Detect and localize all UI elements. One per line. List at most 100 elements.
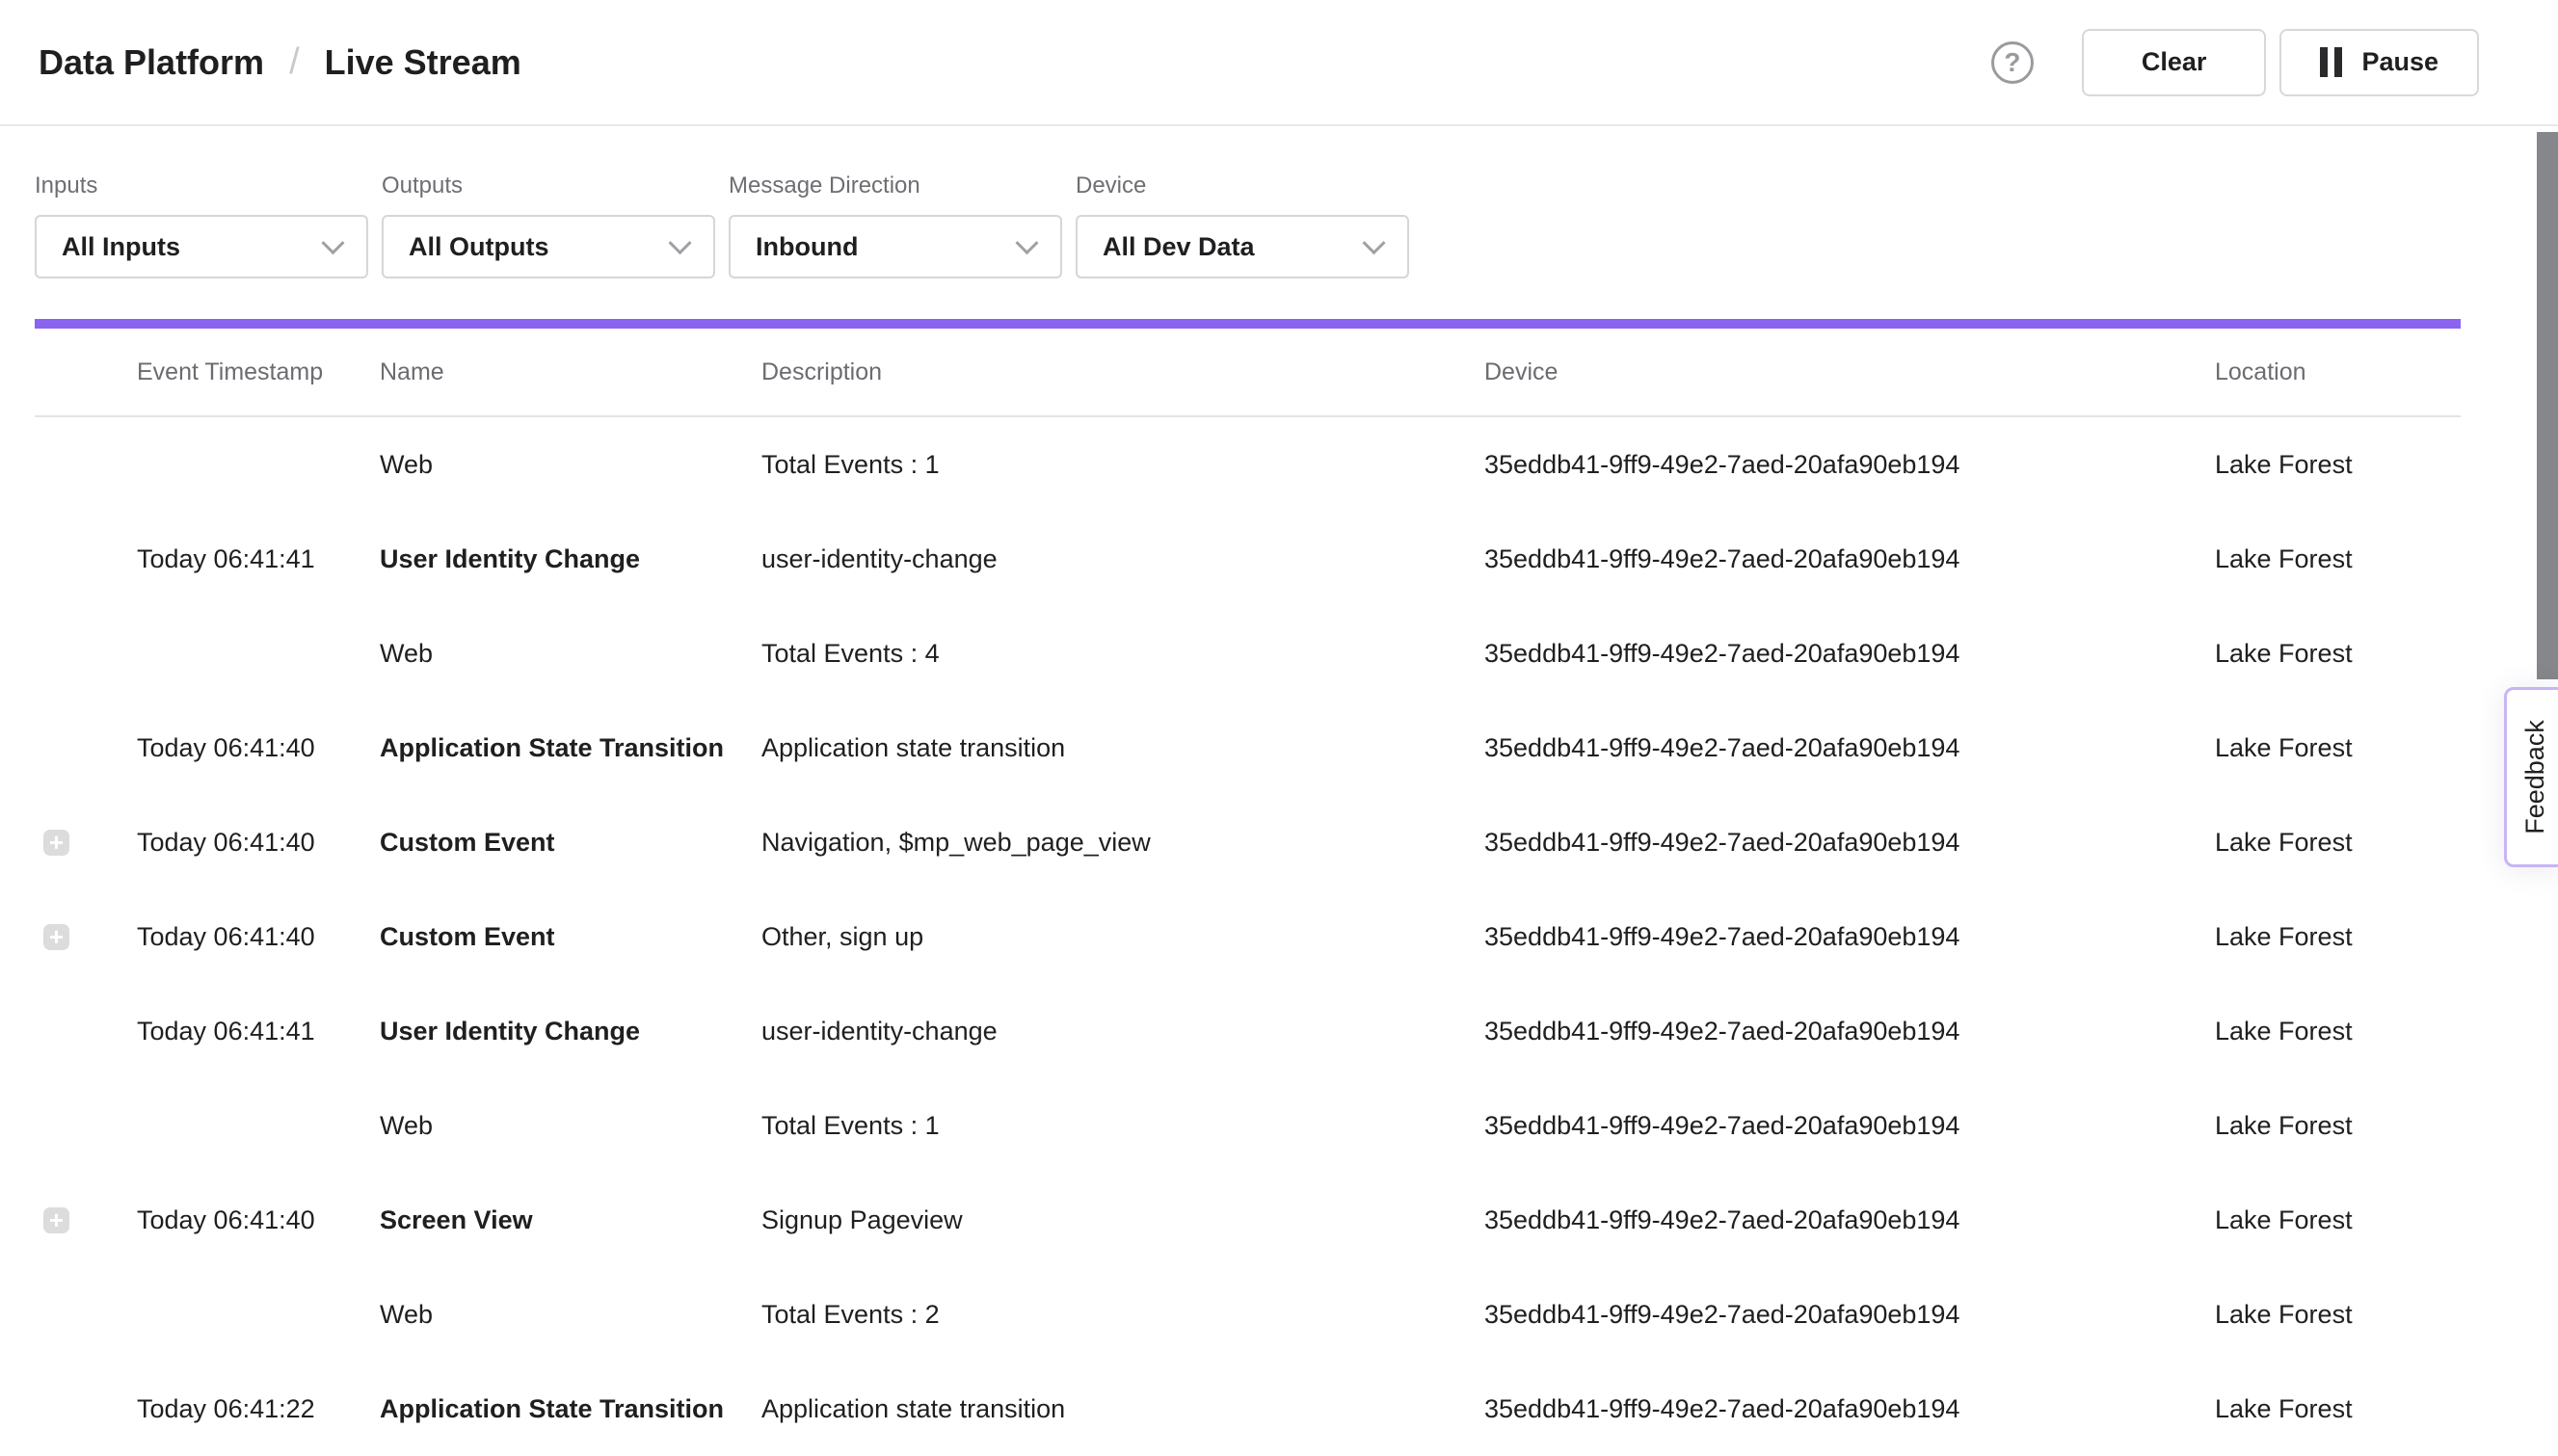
event-name-cell: Web [380,450,761,480]
event-device-cell: 35eddb41-9ff9-49e2-7aed-20afa90eb194 [1484,922,2215,952]
table-row: + Web Total Events : 4 35eddb41-9ff9-49e… [35,606,2461,701]
table-row: + Web Total Events : 1 35eddb41-9ff9-49e… [35,1078,2461,1173]
breadcrumb: Data Platform / Live Stream [39,41,521,83]
column-header-description: Description [761,358,1484,386]
event-name-cell: Web [380,1300,761,1330]
expand-cell: + [35,924,137,950]
message-direction-select[interactable]: Inbound [729,215,1062,278]
event-name-cell: Application State Transition [380,733,761,763]
event-description-cell: Other, sign up [761,922,1484,952]
outputs-filter-label: Outputs [382,172,715,199]
event-location-cell: Lake Forest [2215,828,2461,858]
pause-button-label: Pause [2361,47,2438,77]
table-row: + Today 06:41:41 User Identity Change us… [35,512,2461,606]
table-row: + Today 06:41:40 Custom Event Navigation… [35,795,2461,889]
event-name-cell: Web [380,639,761,669]
event-name-cell: User Identity Change [380,1017,761,1046]
table-row: + Today 06:41:41 User Identity Change us… [35,984,2461,1078]
expand-row-button[interactable]: + [43,830,69,856]
live-stream-panel: Event Timestamp Name Description Device … [35,319,2461,1456]
filter-group-outputs: Outputs All Outputs [382,172,715,278]
event-location-cell: Lake Forest [2215,922,2461,952]
event-device-cell: 35eddb41-9ff9-49e2-7aed-20afa90eb194 [1484,1017,2215,1046]
event-timestamp-cell: Today 06:41:40 [137,828,380,858]
outputs-select[interactable]: All Outputs [382,215,715,278]
chevron-down-icon [1362,231,1385,254]
event-description-cell: user-identity-change [761,544,1484,574]
event-location-cell: Lake Forest [2215,1111,2461,1141]
event-description-cell: Total Events : 1 [761,450,1484,480]
pause-button[interactable]: Pause [2279,29,2479,96]
expand-cell: + [35,830,137,856]
vertical-scrollbar-thumb[interactable] [2537,132,2558,679]
event-device-cell: 35eddb41-9ff9-49e2-7aed-20afa90eb194 [1484,1205,2215,1235]
header-actions: ? Clear Pause [1991,29,2479,96]
event-device-cell: 35eddb41-9ff9-49e2-7aed-20afa90eb194 [1484,1111,2215,1141]
column-header-event-timestamp: Event Timestamp [137,358,380,386]
filter-group-inputs: Inputs All Inputs [35,172,368,278]
table-row: + Today 06:41:22 Application State Trans… [35,1362,2461,1456]
event-timestamp-cell: Today 06:41:40 [137,1205,380,1235]
chevron-down-icon [668,231,691,254]
event-location-cell: Lake Forest [2215,733,2461,763]
inputs-filter-label: Inputs [35,172,368,199]
column-header-device: Device [1484,358,2215,386]
plus-icon: + [49,830,64,855]
event-description-cell: Total Events : 4 [761,639,1484,669]
event-timestamp-cell: Today 06:41:41 [137,1017,380,1046]
event-location-cell: Lake Forest [2215,1394,2461,1424]
event-name-cell: Application State Transition [380,1394,761,1424]
table-row: + Web Total Events : 1 35eddb41-9ff9-49e… [35,417,2461,512]
feedback-tab[interactable]: Feedback [2504,687,2558,867]
event-description-cell: user-identity-change [761,1017,1484,1046]
event-location-cell: Lake Forest [2215,639,2461,669]
device-select[interactable]: All Dev Data [1076,215,1409,278]
message-direction-filter-label: Message Direction [729,172,1062,199]
event-description-cell: Navigation, $mp_web_page_view [761,828,1484,858]
plus-icon: + [49,1207,64,1232]
event-name-cell: Screen View [380,1205,761,1235]
event-device-cell: 35eddb41-9ff9-49e2-7aed-20afa90eb194 [1484,1394,2215,1424]
outputs-selected-value: All Outputs [409,232,548,262]
column-header-location: Location [2215,358,2461,386]
device-filter-label: Device [1076,172,1409,199]
event-device-cell: 35eddb41-9ff9-49e2-7aed-20afa90eb194 [1484,450,2215,480]
filter-group-message-direction: Message Direction Inbound [729,172,1062,278]
event-timestamp-cell: Today 06:41:40 [137,733,380,763]
event-name-cell: Custom Event [380,828,761,858]
device-selected-value: All Dev Data [1103,232,1255,262]
event-timestamp-cell: Today 06:41:41 [137,544,380,574]
expand-row-button[interactable]: + [43,1207,69,1233]
event-device-cell: 35eddb41-9ff9-49e2-7aed-20afa90eb194 [1484,544,2215,574]
table-header-row: Event Timestamp Name Description Device … [35,329,2461,417]
expand-row-button[interactable]: + [43,924,69,950]
chevron-down-icon [1015,231,1038,254]
event-location-cell: Lake Forest [2215,450,2461,480]
event-location-cell: Lake Forest [2215,1017,2461,1046]
feedback-tab-label: Feedback [2520,720,2550,834]
table-body: + Web Total Events : 1 35eddb41-9ff9-49e… [35,417,2461,1456]
stream-progress-bar [35,319,2461,329]
table-row: + Today 06:41:40 Custom Event Other, sig… [35,889,2461,984]
filter-group-device: Device All Dev Data [1076,172,1409,278]
event-location-cell: Lake Forest [2215,1300,2461,1330]
event-device-cell: 35eddb41-9ff9-49e2-7aed-20afa90eb194 [1484,733,2215,763]
help-icon[interactable]: ? [1991,41,2034,84]
inputs-select[interactable]: All Inputs [35,215,368,278]
event-description-cell: Total Events : 1 [761,1111,1484,1141]
event-location-cell: Lake Forest [2215,1205,2461,1235]
clear-button[interactable]: Clear [2082,29,2267,96]
expand-cell: + [35,1207,137,1233]
event-description-cell: Signup Pageview [761,1205,1484,1235]
event-device-cell: 35eddb41-9ff9-49e2-7aed-20afa90eb194 [1484,828,2215,858]
event-description-cell: Total Events : 2 [761,1300,1484,1330]
event-name-cell: User Identity Change [380,544,761,574]
inputs-selected-value: All Inputs [62,232,180,262]
event-timestamp-cell: Today 06:41:40 [137,922,380,952]
page-title: Live Stream [325,42,521,83]
table-row: + Today 06:41:40 Screen View Signup Page… [35,1173,2461,1267]
breadcrumb-section[interactable]: Data Platform [39,42,264,83]
event-location-cell: Lake Forest [2215,544,2461,574]
app-header: Data Platform / Live Stream ? Clear Paus… [0,0,2558,126]
chevron-down-icon [321,231,344,254]
